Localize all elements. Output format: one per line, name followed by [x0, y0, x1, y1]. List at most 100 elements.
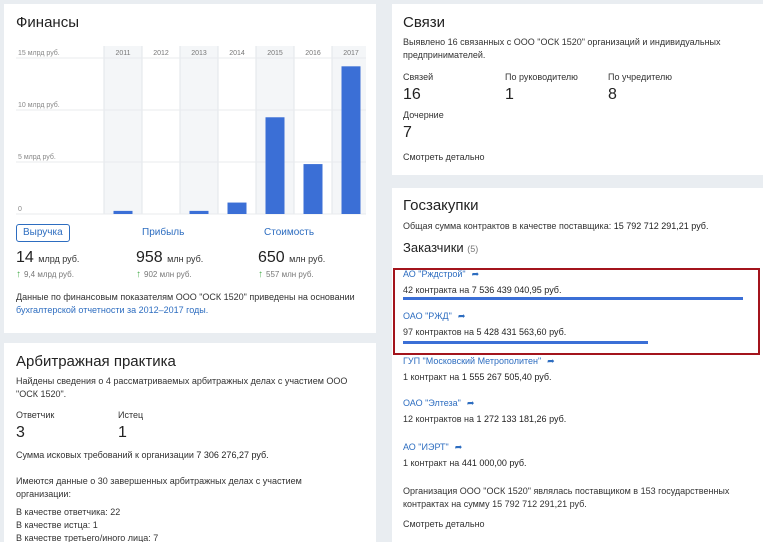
finance-note-text: Данные по финансовым показателям ООО "ОС…	[16, 292, 355, 302]
kpi-unit: млрд руб.	[38, 254, 80, 264]
customer-contracts: 42 контракта на 7 536 439 040,95 руб.	[403, 285, 561, 295]
gos-total: Общая сумма контрактов в качестве постав…	[403, 220, 758, 233]
y-tick-label: 5 млрд руб.	[18, 153, 56, 161]
x-tick-label: 2016	[305, 50, 321, 57]
customer-share-bar	[403, 341, 648, 344]
share-icon[interactable]: ➦	[547, 356, 555, 366]
x-tick-label: 2012	[153, 50, 169, 57]
links-more-link[interactable]: Смотреть детально	[403, 151, 485, 164]
finance-note-link[interactable]: бухгалтерской отчетности за 2012–2017 го…	[16, 305, 208, 315]
finance-chart: 0 5 млрд руб. 10 млрд руб. 15 млрд руб. 2011…	[16, 46, 366, 215]
x-tick-label: 2011	[115, 50, 130, 57]
chart-column-bg	[142, 46, 180, 214]
stat-label: Дочерние	[403, 110, 444, 120]
links-card: Связи Выявлено 16 связанных с ООО "ОСК 1…	[392, 4, 763, 175]
role-third: В качестве третьего/иного лица: 7	[16, 533, 159, 542]
customer-name: ОАО "РЖД"	[403, 311, 452, 321]
arbitration-card: Арбитражная практика Найдены сведения о …	[4, 343, 376, 542]
gos-summary: Организация ООО "ОСК 1520" являлась пост…	[403, 486, 730, 509]
y-tick-label: 15 млрд руб.	[18, 49, 60, 57]
role-plaintiff: В качестве истца: 1	[16, 520, 98, 530]
kpi-unit: млн руб.	[167, 254, 204, 264]
bar-2017[interactable]	[341, 66, 361, 214]
stat-value: 1	[505, 86, 514, 103]
chart-column-bg	[104, 46, 142, 214]
arrow-up-icon: ↑	[136, 269, 141, 280]
customer-count: 12 контрактов на	[403, 414, 474, 424]
share-icon[interactable]: ➦	[455, 442, 463, 452]
claims-text: Сумма исковых требований к организации	[16, 450, 194, 460]
share-icon[interactable]: ➦	[458, 311, 466, 321]
gos-more-link[interactable]: Смотреть детально	[403, 518, 485, 531]
plaintiff-label: Истец	[118, 410, 144, 420]
links-desc: Выявлено 16 связанных с ООО "ОСК 1520" о…	[403, 37, 721, 60]
customers-title-text: Заказчики	[403, 240, 464, 255]
kpi-revenue: 14 млрд руб. ↑ 9,4 млрд руб.	[16, 249, 79, 280]
x-tick-label: 2013	[191, 50, 207, 57]
stat-value: 8	[608, 86, 617, 103]
customer-link[interactable]: ОАО "РЖД" ➦	[403, 311, 465, 322]
claims-value: 7 306 276,27 руб.	[196, 450, 269, 460]
customer-sum: 5 428 431 563,60 руб.	[476, 327, 567, 337]
customer-name: АО "Рждстрой"	[403, 269, 466, 279]
bar-2014[interactable]	[227, 202, 247, 214]
gos-total-text: Общая сумма контрактов в качестве постав…	[403, 221, 612, 231]
bar-2016[interactable]	[303, 164, 323, 214]
customer-name: ГУП "Московский Метрополитен"	[403, 356, 542, 366]
y-tick-label: 10 млрд руб.	[18, 101, 60, 109]
kpi-delta: 902 млн руб.	[144, 270, 192, 279]
x-tick-label: 2014	[229, 50, 245, 57]
kpi-value: 14	[16, 249, 34, 266]
stat-label: Связей	[403, 72, 434, 82]
links-title: Связи	[403, 14, 446, 31]
kpi-unit: млн руб.	[289, 254, 326, 264]
kpi-value: 958	[136, 249, 163, 266]
share-icon[interactable]: ➦	[467, 398, 475, 408]
customers-count: (5)	[467, 244, 479, 254]
customer-count: 97 контрактов на	[403, 327, 474, 337]
finance-tabs: Выручка Прибыль Стоимость	[16, 224, 366, 244]
customer-sum: 1 272 133 181,26 руб.	[476, 414, 567, 424]
customer-link[interactable]: ОАО "Элтеза" ➦	[403, 398, 474, 409]
tab-revenue[interactable]: Выручка	[16, 224, 70, 242]
customer-link[interactable]: АО "Рждстрой" ➦	[403, 269, 479, 280]
y-tick-label: 0	[18, 206, 22, 213]
defendant-label: Ответчик	[16, 410, 55, 420]
gos-card: Госзакупки Общая сумма контрактов в каче…	[392, 188, 763, 542]
gos-title: Госзакупки	[403, 197, 479, 214]
tab-value[interactable]: Стоимость	[264, 225, 314, 243]
share-icon[interactable]: ➦	[472, 269, 480, 279]
customer-link[interactable]: АО "ИЭРТ" ➦	[403, 442, 462, 453]
stat-label: По учредителю	[608, 72, 672, 82]
claims-sum: Сумма исковых требований к организации 7…	[16, 449, 368, 462]
completed-text: Имеются данные о 30 завершенных арбитраж…	[16, 476, 302, 499]
finance-title: Финансы	[16, 14, 79, 31]
customer-count: 42 контракта на	[403, 285, 470, 295]
gos-total-value: 15 792 712 291,21 руб.	[613, 221, 709, 231]
kpi-profit: 958 млн руб. ↑ 902 млн руб.	[136, 249, 203, 280]
customers-title: Заказчики (5)	[403, 240, 478, 255]
kpi-value: 650	[258, 249, 285, 266]
arrow-up-icon: ↑	[258, 269, 263, 280]
defendant-value: 3	[16, 424, 25, 441]
customer-share-bar	[403, 297, 743, 300]
x-tick-label: 2015	[267, 50, 283, 57]
bar-2015[interactable]	[265, 117, 285, 214]
customer-count: 1 контракт на	[403, 372, 460, 382]
role-defendant: В качестве ответчика: 22	[16, 507, 121, 517]
customer-sum: 7 536 439 040,95 руб.	[471, 285, 562, 295]
customer-link[interactable]: ГУП "Московский Метрополитен" ➦	[403, 356, 555, 367]
customer-contracts: 97 контрактов на 5 428 431 563,60 руб.	[403, 327, 566, 337]
customer-name: ОАО "Элтеза"	[403, 398, 461, 408]
kpi-delta: 9,4 млрд руб.	[24, 270, 74, 279]
customer-sum: 1 555 267 505,40 руб.	[461, 372, 552, 382]
customer-sum: 441 000,00 руб.	[461, 458, 527, 468]
customer-name: АО "ИЭРТ"	[403, 442, 449, 452]
chart-column-bg	[218, 46, 256, 214]
bar-2013[interactable]	[189, 210, 209, 214]
arbitration-title: Арбитражная практика	[16, 353, 176, 370]
tab-profit[interactable]: Прибыль	[142, 225, 184, 243]
kpi-value-cost: 650 млн руб. ↑ 557 млн руб.	[258, 249, 325, 280]
bar-2011[interactable]	[113, 210, 133, 214]
plaintiff-value: 1	[118, 424, 127, 441]
